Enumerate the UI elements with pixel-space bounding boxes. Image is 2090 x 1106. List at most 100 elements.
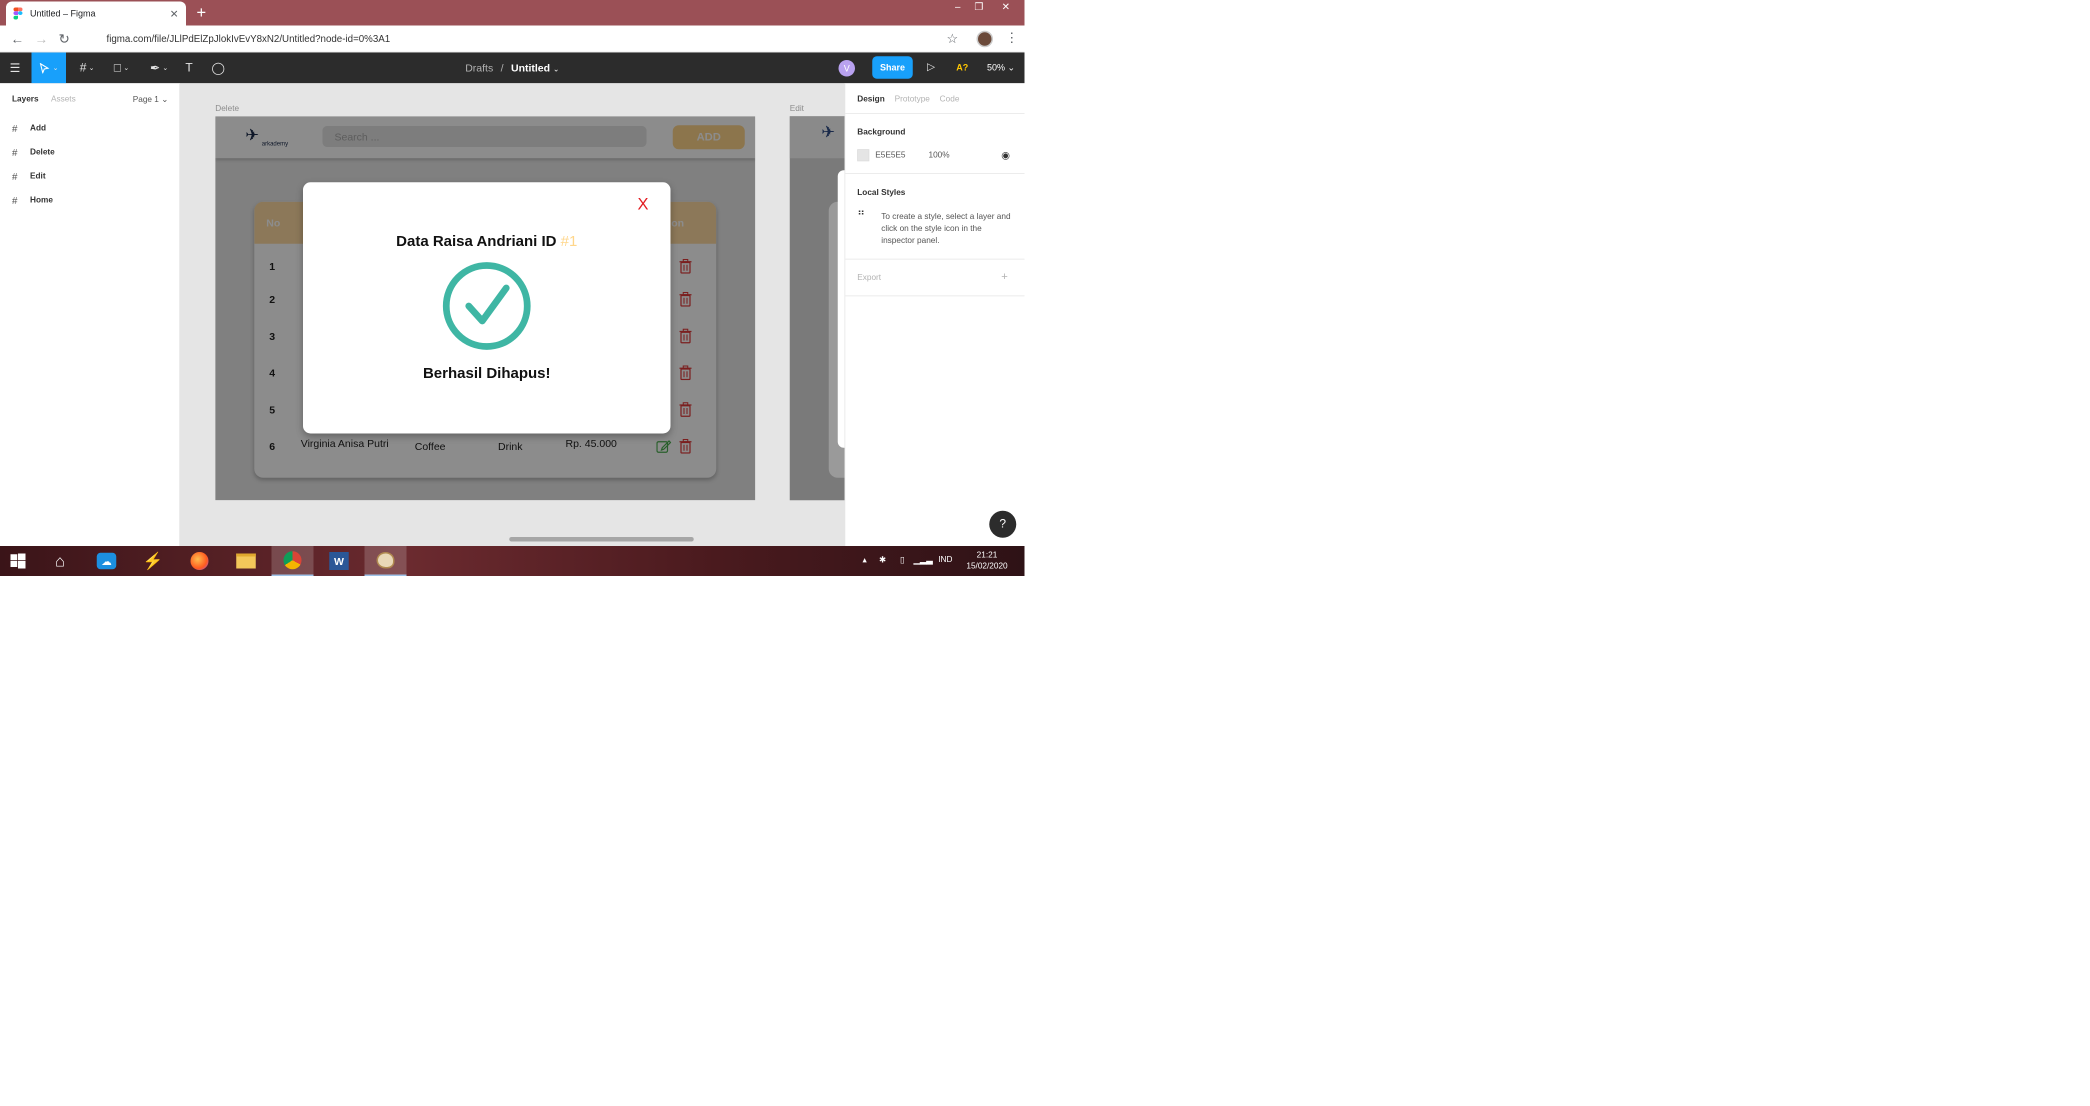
frame-icon: # (12, 122, 18, 134)
frame-icon: # (12, 146, 18, 158)
cloud-app-icon[interactable]: ☁ (89, 546, 125, 576)
horizontal-scrollbar[interactable] (509, 537, 694, 542)
tray-chevron-icon[interactable]: ▴ (863, 555, 867, 565)
bluetooth-icon[interactable]: ✱ (879, 555, 886, 565)
tab-layers[interactable]: Layers (12, 95, 39, 104)
windows-start-icon[interactable] (0, 546, 36, 576)
modal-message: Berhasil Dihapus! (422, 365, 551, 382)
background-hex[interactable]: E5E5E5 (875, 151, 905, 160)
delete-success-modal: X Data Raisa Andriani ID #1 Berhasil Dih… (303, 182, 671, 434)
layer-item-add[interactable]: # Add (12, 116, 46, 140)
font-warning-badge[interactable]: A? (956, 62, 968, 73)
modal-title-text: Data Raisa Andriani ID (396, 233, 557, 250)
text-tool-icon[interactable]: T (180, 53, 198, 84)
file-name[interactable]: Untitled (511, 62, 550, 74)
eye-icon[interactable]: ◉ (1001, 149, 1010, 161)
pen-tool-icon[interactable]: ✒ ⌄ (146, 53, 173, 84)
profile-avatar[interactable] (976, 30, 993, 48)
tab-design[interactable]: Design (857, 95, 885, 104)
layer-item-edit[interactable]: # Edit (12, 164, 46, 188)
page-selector[interactable]: Page 1 ⌄ (132, 95, 168, 105)
new-tab-button[interactable]: + (197, 3, 207, 23)
divider (845, 173, 1025, 174)
language-indicator[interactable]: IND (938, 555, 952, 564)
background-opacity[interactable]: 100% (929, 151, 950, 160)
restore-icon[interactable]: ❐ (968, 0, 991, 15)
frame-tool-icon[interactable]: # ⌄ (74, 53, 101, 84)
comment-tool-icon[interactable]: ◯ (209, 53, 229, 84)
browser-menu-icon[interactable]: ⋮ (1005, 30, 1019, 46)
file-explorer-icon[interactable] (228, 546, 264, 576)
home-icon[interactable]: ⌂ (42, 546, 78, 576)
add-export-icon[interactable]: + (1001, 270, 1008, 283)
battery-icon[interactable]: ▯ (900, 555, 905, 565)
frame-icon: # (12, 170, 18, 182)
user-avatar[interactable]: V (838, 60, 855, 77)
chevron-down-icon[interactable]: ⌄ (553, 65, 559, 73)
local-styles-heading: Local Styles (857, 188, 906, 198)
divider (845, 258, 1025, 260)
reload-icon[interactable]: ↻ (59, 32, 70, 48)
zoom-dropdown[interactable]: 50% ⌄ (987, 62, 1015, 73)
divider (845, 295, 1025, 297)
frame-edit[interactable]: ✈ (789, 116, 845, 501)
frame-delete[interactable]: ✈ arkademy Search ... ADD No on 1 2 3 4 … (215, 116, 756, 501)
clock[interactable]: 21:21 15/02/2020 (965, 550, 1010, 573)
layers-panel: Layers Assets Page 1 ⌄ # Add # Delete # Edi… (0, 83, 180, 546)
breadcrumb-drafts[interactable]: Drafts (465, 62, 493, 74)
browser-tab-strip: Untitled – Figma ✕ + – ❐ ✕ (0, 0, 1025, 26)
minimize-icon[interactable]: – (947, 0, 970, 15)
canvas[interactable]: Delete Edit ✈ arkademy Search ... ADD No… (180, 83, 845, 546)
figma-toolbar: ☰ ⌄ # ⌄ □ ⌄ ✒ ⌄ T ◯ Drafts / Untitled ⌄ V S… (0, 52, 1025, 84)
bird-logo-icon: ✈ (821, 122, 836, 141)
layer-label: Delete (30, 147, 55, 157)
shape-tool-icon[interactable]: □ ⌄ (108, 53, 135, 84)
properties-panel: Design Prototype Code Background E5E5E5 … (844, 83, 1025, 546)
bookmark-star-icon[interactable]: ☆ (947, 32, 958, 47)
layer-label: Edit (30, 171, 46, 181)
help-button[interactable]: ? (989, 510, 1017, 538)
edit-frame-modal (837, 170, 845, 448)
frame-icon: # (12, 194, 18, 206)
local-styles-description: To create a style, select a layer and cl… (881, 212, 1011, 246)
layer-item-delete[interactable]: # Delete (12, 140, 55, 164)
edit-frame-header (789, 116, 845, 159)
frame-label-delete[interactable]: Delete (215, 104, 239, 113)
page-selector-label: Page 1 (132, 95, 159, 105)
word-icon[interactable]: W (321, 546, 357, 576)
network-icon[interactable]: ▁▂▃ (914, 555, 933, 565)
lightning-app-icon[interactable]: ⚡ (135, 546, 171, 576)
modal-title: Data Raisa Andriani ID #1 (303, 233, 671, 250)
chrome-icon[interactable] (271, 546, 314, 576)
address-bar-row: ← → ↻ figma.com/file/JLlPdElZpJlokIvEvY8… (0, 25, 1025, 53)
tab-code[interactable]: Code (940, 95, 960, 104)
main-menu-icon[interactable]: ☰ (5, 53, 26, 84)
close-tab-icon[interactable]: ✕ (170, 7, 179, 20)
modal-close-button: X (637, 194, 649, 213)
present-play-icon[interactable]: ▷ (927, 60, 935, 73)
tab-prototype[interactable]: Prototype (895, 95, 930, 104)
clock-date: 15/02/2020 (966, 561, 1008, 571)
layer-label: Home (30, 195, 53, 205)
back-icon[interactable]: ← (11, 32, 25, 48)
firefox-icon[interactable] (182, 546, 218, 576)
frame-label-edit[interactable]: Edit (790, 104, 804, 113)
tab-assets[interactable]: Assets (51, 95, 76, 104)
modal-title-id: #1 (560, 233, 578, 250)
export-heading: Export (857, 273, 882, 282)
forward-icon[interactable]: → (35, 32, 49, 48)
browser-tab[interactable]: Untitled – Figma ✕ (6, 1, 186, 26)
layer-item-home[interactable]: # Home (12, 188, 53, 212)
share-button[interactable]: Share (872, 56, 913, 79)
paint-icon[interactable] (364, 546, 407, 576)
url-field[interactable]: figma.com/file/JLlPdElZpJlokIvEvY8xN2/Un… (84, 30, 954, 48)
layer-label: Add (30, 123, 47, 133)
figma-window: Untitled – Figma ✕ + – ❐ ✕ ← → ↻ figma.c… (0, 0, 1025, 576)
screen: Untitled – Figma ✕ + – ❐ ✕ ← → ↻ figma.c… (0, 0, 2090, 1106)
background-color-swatch[interactable] (857, 149, 870, 162)
window-close-icon[interactable]: ✕ (995, 0, 1018, 15)
browser-tab-title: Untitled – Figma (30, 8, 96, 19)
styles-grid-icon: ⠛ (857, 208, 865, 221)
success-check-icon (442, 262, 531, 350)
move-tool-icon[interactable]: ⌄ (31, 52, 66, 84)
